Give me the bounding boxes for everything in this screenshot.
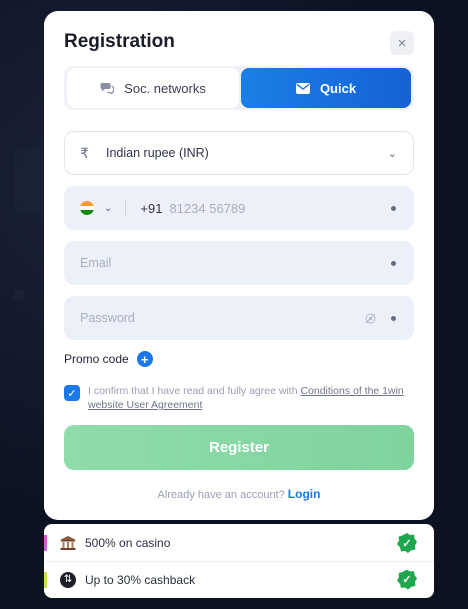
modal-title: Registration — [64, 31, 175, 52]
chevron-down-icon: ⌄ — [387, 147, 397, 160]
required-indicator — [391, 260, 396, 266]
background-shape — [14, 290, 24, 300]
plus-icon[interactable]: + — [136, 351, 153, 367]
check-badge-icon: ✓ — [397, 533, 417, 553]
bonus-item: 500% on casino ✓ — [44, 525, 434, 561]
chevron-down-icon[interactable]: ⌄ — [104, 203, 112, 214]
eye-icon[interactable] — [365, 313, 376, 324]
bonus-text: 500% on casino — [85, 536, 171, 550]
promo-code-label: Promo code — [64, 352, 129, 366]
login-row: Already have an account? Login — [44, 487, 434, 501]
tab-quick[interactable]: Quick — [241, 68, 411, 108]
india-flag-icon[interactable] — [80, 201, 94, 215]
currency-select[interactable]: ₹ Indian rupee (INR) ⌄ — [64, 131, 414, 175]
login-link[interactable]: Login — [288, 487, 321, 501]
tab-social-networks[interactable]: Soc. networks — [67, 68, 239, 108]
email-placeholder: Email — [80, 256, 112, 270]
bonus-accent-bar — [44, 571, 47, 588]
agreement-text-main: I confirm that I have read and fully agr… — [88, 385, 301, 397]
bonus-item: ⇅ Up to 30% cashback ✓ — [44, 561, 434, 597]
register-button[interactable]: Register — [64, 425, 414, 470]
close-button[interactable]: × — [390, 31, 414, 55]
password-placeholder: Password — [80, 311, 135, 325]
close-icon: × — [397, 34, 407, 52]
rupee-icon: ₹ — [80, 144, 89, 161]
registration-modal: Registration × Soc. networks Quick ₹ Ind… — [44, 11, 434, 520]
registration-tabs: Soc. networks Quick — [64, 66, 414, 110]
divider — [125, 199, 127, 217]
agreement-checkbox[interactable]: ✓ — [64, 385, 80, 401]
agreement-text: I confirm that I have read and fully agr… — [88, 384, 414, 412]
cashback-coin-icon: ⇅ — [60, 571, 76, 588]
tab-social-networks-label: Soc. networks — [124, 80, 206, 96]
required-indicator — [391, 205, 396, 211]
phone-country-code: +91 — [140, 200, 163, 216]
required-indicator — [391, 315, 396, 321]
agreement-row: ✓ I confirm that I have read and fully a… — [64, 384, 414, 412]
envelope-icon — [295, 82, 310, 94]
password-field[interactable]: Password — [64, 296, 414, 340]
phone-field: ⌄ +91 81234 56789 — [64, 186, 414, 230]
bonus-text: Up to 30% cashback — [85, 572, 196, 587]
chat-bubbles-icon — [100, 83, 115, 94]
check-badge-icon: ✓ — [397, 569, 417, 590]
login-prompt: Already have an account? — [157, 489, 288, 501]
bonus-accent-bar — [44, 535, 47, 551]
currency-value: Indian rupee (INR) — [106, 146, 209, 160]
promo-code-toggle[interactable]: Promo code + — [64, 351, 153, 367]
tab-quick-label: Quick — [319, 80, 357, 96]
phone-input[interactable]: 81234 56789 — [169, 201, 245, 216]
bonus-list: 500% on casino ✓ ⇅ Up to 30% cashback ✓ — [44, 524, 434, 598]
email-field[interactable]: Email — [64, 241, 414, 285]
casino-building-icon — [60, 535, 76, 551]
